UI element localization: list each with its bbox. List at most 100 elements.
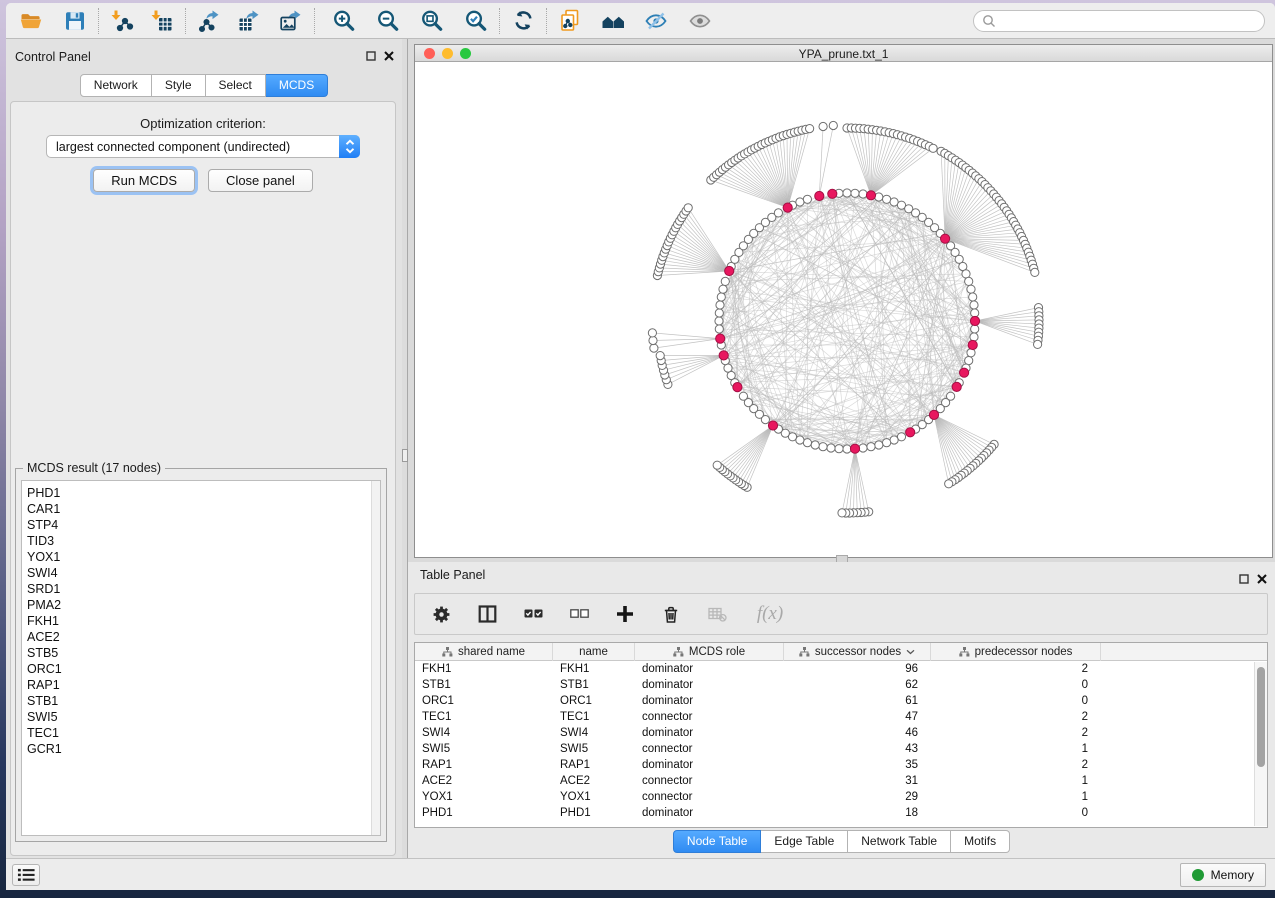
delete-table-button[interactable] bbox=[705, 601, 729, 627]
network-node[interactable] bbox=[835, 445, 843, 453]
table-settings-button[interactable] bbox=[429, 601, 453, 627]
table-row[interactable]: PHD1PHD1dominator180 bbox=[415, 805, 1267, 821]
mcds-result-item[interactable]: PMA2 bbox=[27, 597, 380, 613]
network-hub-node[interactable] bbox=[783, 203, 792, 212]
mcds-result-item[interactable]: STB1 bbox=[27, 693, 380, 709]
network-node[interactable] bbox=[724, 364, 732, 372]
network-node[interactable] bbox=[875, 441, 883, 449]
criterion-dropdown[interactable]: largest connected component (undirected) bbox=[46, 135, 360, 158]
zoom-fit-button[interactable] bbox=[415, 6, 449, 36]
network-node[interactable] bbox=[851, 189, 859, 197]
mcds-result-item[interactable]: FKH1 bbox=[27, 613, 380, 629]
close-panel-icon[interactable] bbox=[384, 51, 394, 61]
table-row[interactable]: STB1STB1dominator620 bbox=[415, 677, 1267, 693]
network-hub-node[interactable] bbox=[968, 340, 977, 349]
export-image-button[interactable] bbox=[274, 6, 308, 36]
network-hub-node[interactable] bbox=[929, 410, 938, 419]
zoom-in-button[interactable] bbox=[327, 6, 361, 36]
table-row[interactable]: SWI5SWI5connector431 bbox=[415, 741, 1267, 757]
tab-mcds[interactable]: MCDS bbox=[266, 74, 328, 97]
tab-style[interactable]: Style bbox=[152, 74, 206, 97]
mcds-result-item[interactable]: TID3 bbox=[27, 533, 380, 549]
mcds-result-item[interactable]: PHD1 bbox=[27, 485, 380, 501]
network-node[interactable] bbox=[796, 198, 804, 206]
network-node[interactable] bbox=[965, 357, 973, 365]
table-row[interactable]: ACE2ACE2connector311 bbox=[415, 773, 1267, 789]
network-node[interactable] bbox=[717, 293, 725, 301]
mcds-result-item[interactable]: YOX1 bbox=[27, 549, 380, 565]
zoom-selected-button[interactable] bbox=[459, 6, 493, 36]
tab-edge-table[interactable]: Edge Table bbox=[761, 830, 848, 853]
network-window-titlebar[interactable]: YPA_prune.txt_1 bbox=[415, 45, 1272, 62]
column-header-mcds-role[interactable]: MCDS role bbox=[635, 643, 784, 661]
network-node[interactable] bbox=[819, 122, 827, 130]
network-node[interactable] bbox=[806, 125, 814, 133]
table-row[interactable]: SWI4SWI4dominator462 bbox=[415, 725, 1267, 741]
network-hub-node[interactable] bbox=[850, 444, 859, 453]
column-header-name[interactable]: name bbox=[553, 643, 635, 661]
refresh-layout-button[interactable] bbox=[506, 6, 540, 36]
network-node[interactable] bbox=[811, 441, 819, 449]
network-node[interactable] bbox=[843, 445, 851, 453]
network-node[interactable] bbox=[648, 329, 656, 337]
duplicate-network-button[interactable] bbox=[553, 6, 587, 36]
network-hub-node[interactable] bbox=[768, 421, 777, 430]
network-hub-node[interactable] bbox=[719, 351, 728, 360]
mcds-result-item[interactable]: SWI4 bbox=[27, 565, 380, 581]
list-scrollbar[interactable] bbox=[371, 481, 380, 835]
network-canvas[interactable] bbox=[415, 62, 1272, 557]
network-node[interactable] bbox=[970, 333, 978, 341]
network-node[interactable] bbox=[890, 436, 898, 444]
mcds-result-item[interactable]: STP4 bbox=[27, 517, 380, 533]
network-node[interactable] bbox=[859, 190, 867, 198]
network-node[interactable] bbox=[803, 195, 811, 203]
network-node[interactable] bbox=[843, 189, 851, 197]
network-node[interactable] bbox=[1034, 340, 1042, 348]
search-box[interactable] bbox=[973, 10, 1265, 32]
mcds-result-item[interactable]: STB5 bbox=[27, 645, 380, 661]
mcds-result-item[interactable]: GCR1 bbox=[27, 741, 380, 757]
network-node[interactable] bbox=[967, 285, 975, 293]
close-panel-button[interactable]: Close panel bbox=[208, 169, 313, 192]
network-node[interactable] bbox=[883, 195, 891, 203]
network-node[interactable] bbox=[721, 277, 729, 285]
mcds-result-item[interactable]: RAP1 bbox=[27, 677, 380, 693]
tab-select[interactable]: Select bbox=[206, 74, 266, 97]
mcds-result-item[interactable]: SWI5 bbox=[27, 709, 380, 725]
tab-network-table[interactable]: Network Table bbox=[848, 830, 951, 853]
network-hub-node[interactable] bbox=[906, 428, 915, 437]
network-node[interactable] bbox=[713, 461, 721, 469]
deselect-all-button[interactable] bbox=[567, 601, 591, 627]
mcds-result-item[interactable]: SRD1 bbox=[27, 581, 380, 597]
float-panel-icon[interactable] bbox=[366, 51, 376, 61]
add-column-button[interactable] bbox=[613, 601, 637, 627]
network-hub-node[interactable] bbox=[725, 266, 734, 275]
select-all-button[interactable] bbox=[521, 601, 545, 627]
network-hub-node[interactable] bbox=[866, 191, 875, 200]
export-table-button[interactable] bbox=[232, 6, 266, 36]
tab-motifs[interactable]: Motifs bbox=[951, 830, 1010, 853]
network-node[interactable] bbox=[649, 336, 657, 344]
network-hub-node[interactable] bbox=[941, 234, 950, 243]
network-node[interactable] bbox=[715, 309, 723, 317]
network-node[interactable] bbox=[970, 301, 978, 309]
network-hub-node[interactable] bbox=[815, 191, 824, 200]
show-all-button[interactable] bbox=[683, 6, 717, 36]
import-network-button[interactable] bbox=[105, 6, 139, 36]
network-node[interactable] bbox=[969, 293, 977, 301]
network-node[interactable] bbox=[971, 325, 979, 333]
table-row[interactable]: YOX1YOX1connector291 bbox=[415, 789, 1267, 805]
network-node[interactable] bbox=[971, 309, 979, 317]
delete-button[interactable] bbox=[659, 601, 683, 627]
column-header-shared-name[interactable]: shared name bbox=[415, 643, 553, 661]
network-node[interactable] bbox=[829, 121, 837, 129]
mcds-result-item[interactable]: ORC1 bbox=[27, 661, 380, 677]
table-row[interactable]: FKH1FKH1dominator962 bbox=[415, 661, 1267, 677]
network-node[interactable] bbox=[719, 285, 727, 293]
tab-node-table[interactable]: Node Table bbox=[673, 830, 762, 853]
import-table-button[interactable] bbox=[145, 6, 179, 36]
network-node[interactable] bbox=[803, 439, 811, 447]
network-hub-node[interactable] bbox=[828, 189, 837, 198]
save-session-button[interactable] bbox=[58, 6, 92, 36]
table-row[interactable]: RAP1RAP1dominator352 bbox=[415, 757, 1267, 773]
